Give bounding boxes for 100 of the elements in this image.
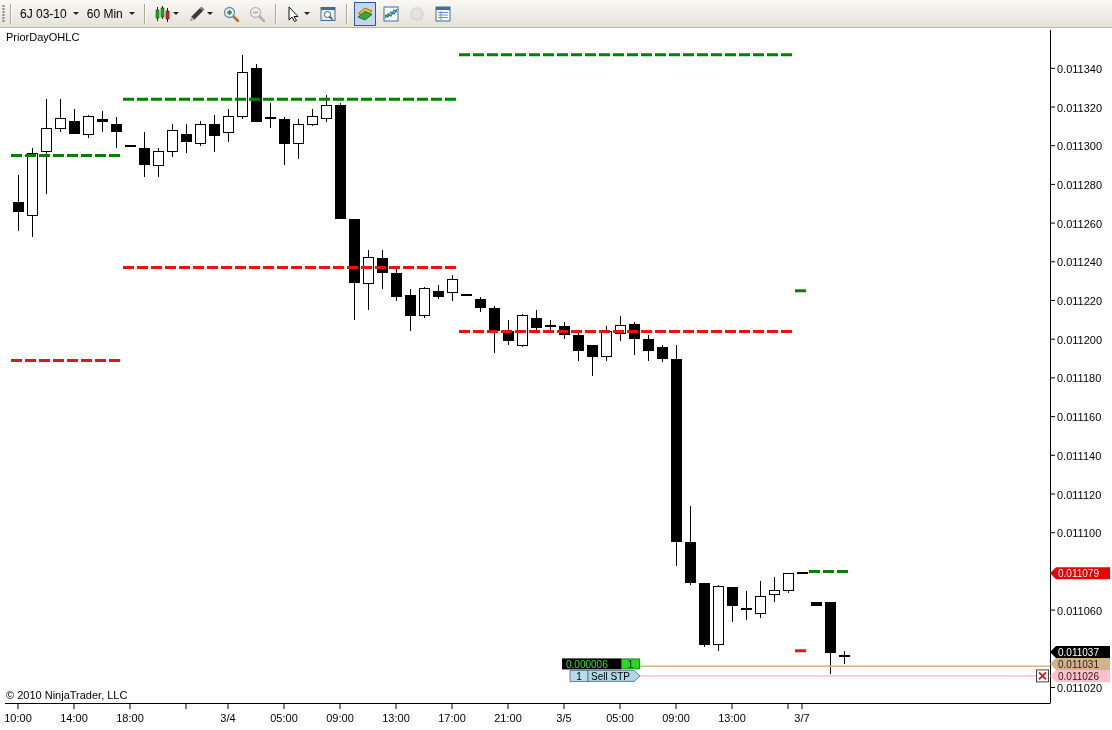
candlestick xyxy=(209,114,220,152)
circle-icon xyxy=(408,5,425,22)
time-axis-label: 21:00 xyxy=(494,712,522,724)
candlestick xyxy=(265,102,276,129)
price-axis-label: 0.011100 xyxy=(1057,527,1102,540)
candlestick xyxy=(153,147,164,178)
caret-icon xyxy=(128,12,135,15)
candlestick xyxy=(363,249,374,311)
quantity-label: 1 xyxy=(569,670,589,682)
time-axis-label: 3/5 xyxy=(556,712,572,724)
time-axis-label: 09:00 xyxy=(662,712,690,724)
candlestick xyxy=(601,325,612,361)
candlestick xyxy=(657,344,668,363)
time-axis-label: 05:00 xyxy=(270,712,298,724)
candlestick xyxy=(643,334,654,361)
candlestick xyxy=(699,582,710,648)
time-axis-label: 05:00 xyxy=(606,712,634,724)
candlestick xyxy=(223,108,234,143)
candlestick xyxy=(405,288,416,332)
time-axis-label: 3/4 xyxy=(220,712,236,724)
candlestick xyxy=(139,131,150,178)
candlestick xyxy=(419,286,430,319)
layers-icon xyxy=(356,5,373,22)
candlestick xyxy=(293,118,304,160)
candlestick xyxy=(783,572,794,594)
time-axis-label: 18:00 xyxy=(116,712,144,724)
interval-dropdown[interactable]: 60 Min xyxy=(82,3,139,24)
zoom-out-icon xyxy=(248,5,265,22)
pencil-icon xyxy=(188,5,205,22)
time-axis-label: 14:00 xyxy=(60,712,88,724)
candlestick xyxy=(797,572,808,575)
quantity-label: 1 xyxy=(621,658,640,670)
price-axis-label: 0.011280 xyxy=(1057,178,1103,191)
price-marker: 0.011037 xyxy=(1050,645,1110,658)
candlestick xyxy=(195,120,206,147)
profit-label: 0.000006 xyxy=(562,658,621,670)
candlestick xyxy=(587,344,598,377)
close-icon xyxy=(1038,671,1047,681)
candlestick xyxy=(111,116,122,149)
candlestick xyxy=(461,293,472,296)
time-axis-label: 10:00 xyxy=(4,712,32,724)
table-icon xyxy=(434,5,451,22)
zoom-in-icon xyxy=(222,5,239,22)
candlestick xyxy=(321,94,332,123)
order-tag[interactable]: Sell STP xyxy=(587,670,641,682)
candlestick xyxy=(755,580,766,619)
candlestick xyxy=(307,108,318,127)
candlestick xyxy=(727,586,738,623)
candlestick xyxy=(447,274,458,301)
candlestick xyxy=(545,319,556,331)
price-axis-label: 0.011060 xyxy=(1057,604,1103,617)
grip-icon[interactable] xyxy=(2,5,5,22)
price-axis-label: 0.011140 xyxy=(1057,449,1102,462)
price-axis-label: 0.011220 xyxy=(1057,295,1103,307)
candlestick xyxy=(13,174,24,232)
dashed-level-line xyxy=(809,569,848,573)
instrument-dropdown[interactable]: 6J 03-10 xyxy=(16,3,83,24)
candlestick xyxy=(55,98,66,133)
candlestick xyxy=(475,296,486,313)
price-marker: 0.011079 xyxy=(1050,567,1110,580)
price-axis-label: 0.011260 xyxy=(1057,217,1103,230)
price-axis-label: 0.011240 xyxy=(1057,256,1103,269)
indicator-label: PriorDayOHLC xyxy=(6,31,80,43)
candlestick xyxy=(251,63,262,123)
copyright-text: © 2010 NinjaTrader, LLC xyxy=(6,689,128,701)
candlestick xyxy=(433,284,444,300)
price-axis-label: 0.011340 xyxy=(1057,62,1103,75)
candlestick xyxy=(237,54,248,120)
candlestick xyxy=(489,305,500,354)
candlestick xyxy=(69,108,80,135)
price-axis-label: 0.011160 xyxy=(1057,411,1102,424)
candlestick xyxy=(741,590,752,621)
candlestick xyxy=(167,123,178,158)
chart-trader-button[interactable] xyxy=(353,1,376,26)
time-axis-label: 13:00 xyxy=(718,712,746,724)
price-axis-label: 0.011300 xyxy=(1057,140,1103,153)
candlestick xyxy=(181,123,192,154)
candlestick xyxy=(531,309,542,332)
candlestick-icon xyxy=(154,5,171,22)
time-axis-label: 09:00 xyxy=(326,712,354,724)
candlestick xyxy=(769,576,780,603)
time-axis-label: 17:00 xyxy=(438,712,466,724)
price-axis-label: 0.011180 xyxy=(1057,372,1102,385)
candlestick xyxy=(125,144,136,147)
time-axis-label: 13:00 xyxy=(382,712,410,724)
close-button[interactable] xyxy=(1036,669,1049,683)
price-axis-label: 0.011020 xyxy=(1057,682,1103,694)
candlestick xyxy=(839,650,850,665)
candlestick xyxy=(83,114,94,139)
time-axis-label: 3/7 xyxy=(794,712,810,724)
candlestick xyxy=(97,110,108,133)
caret-icon xyxy=(72,12,79,15)
candlestick xyxy=(713,584,724,652)
price-axis-label: 0.011120 xyxy=(1057,488,1102,501)
cursor-arrow-icon xyxy=(285,5,302,22)
candlestick xyxy=(811,601,822,607)
price-axis-label: 0.011200 xyxy=(1057,333,1103,346)
candlestick xyxy=(517,313,528,348)
line-chart-icon xyxy=(382,5,399,22)
candlestick xyxy=(279,116,290,166)
